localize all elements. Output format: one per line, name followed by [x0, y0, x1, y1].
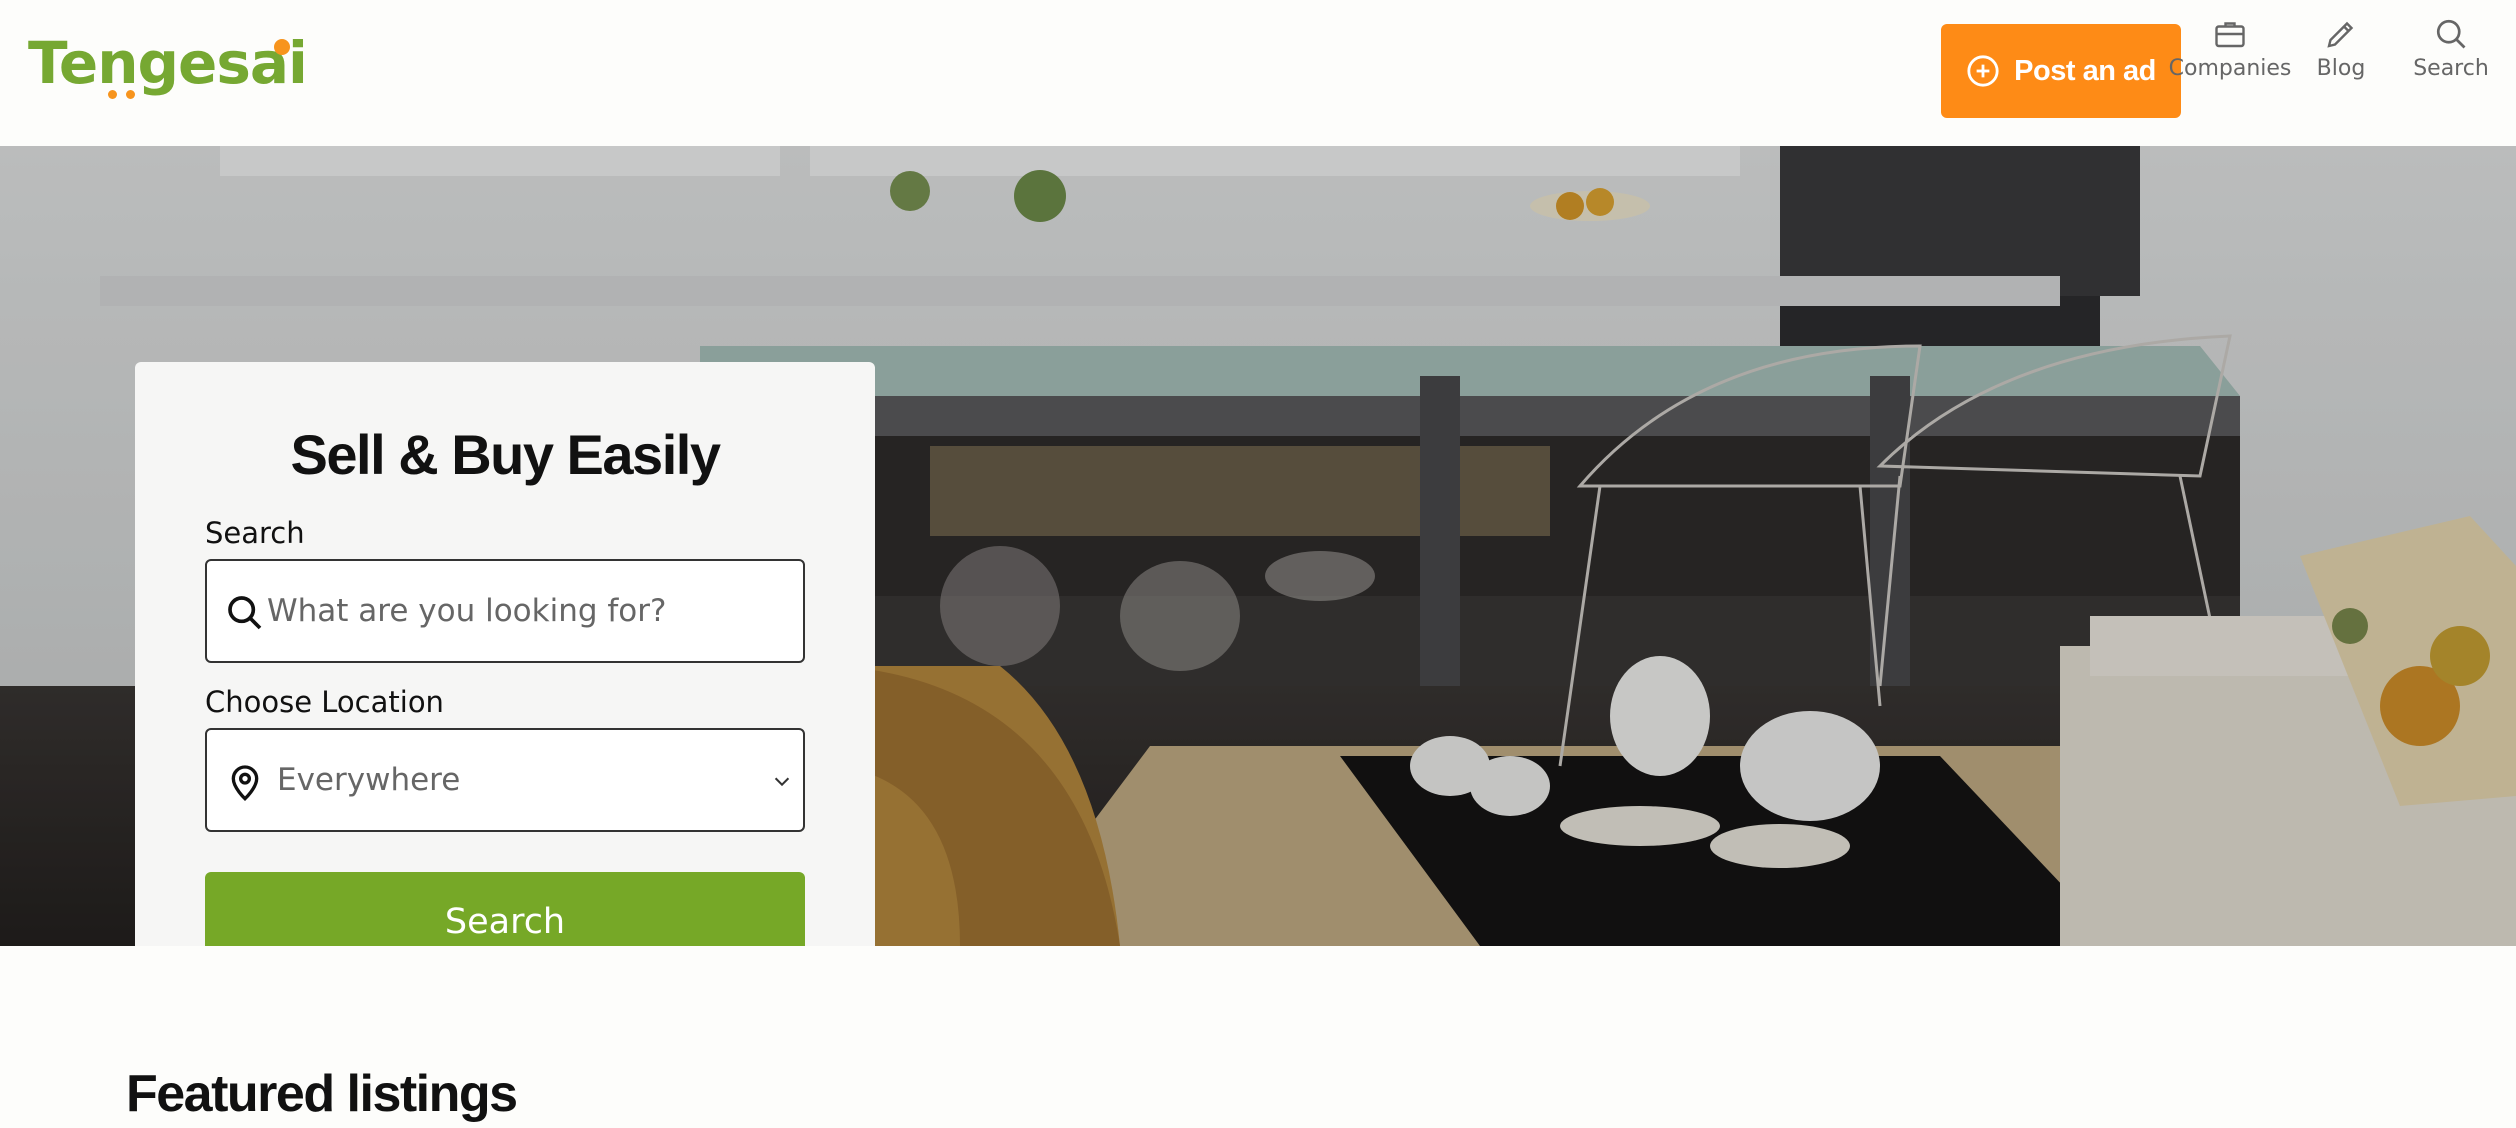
logo-dot-icon	[274, 39, 290, 55]
chevron-down-icon	[774, 777, 790, 787]
briefcase-icon	[2215, 22, 2245, 48]
search-icon	[2436, 19, 2466, 49]
site-header: Tengesai Post an ad Companies Blog Searc…	[0, 0, 2516, 146]
search-submit-button[interactable]: Search	[205, 872, 805, 946]
location-value: Everywhere	[277, 762, 461, 798]
nav-companies-label: Companies	[2168, 56, 2292, 81]
featured-listings-title: Featured listings	[126, 1065, 518, 1123]
search-label: Search	[205, 516, 305, 550]
search-card: Sell & Buy Easily Search Choose Location…	[135, 362, 875, 946]
post-ad-button[interactable]: Post an ad	[1941, 24, 2181, 118]
plus-circle-icon	[1967, 55, 1999, 87]
nav-search-label: Search	[2413, 56, 2489, 81]
nav-search[interactable]: Search	[2413, 16, 2489, 86]
pencil-icon	[2327, 21, 2354, 48]
nav-companies[interactable]: Companies	[2169, 16, 2291, 86]
site-logo[interactable]: Tengesai	[28, 28, 308, 108]
hero-banner: Sell & Buy Easily Search Choose Location…	[0, 146, 2516, 946]
nav-blog[interactable]: Blog	[2310, 16, 2372, 86]
logo-dot-icon	[108, 90, 117, 99]
search-field	[205, 559, 805, 663]
location-select[interactable]: Everywhere	[205, 728, 805, 832]
search-icon	[228, 596, 262, 630]
logo-wordmark: Tengesai	[28, 29, 308, 97]
search-input[interactable]	[267, 561, 787, 661]
logo-dot-icon	[126, 90, 135, 99]
nav-blog-label: Blog	[2316, 56, 2366, 81]
post-ad-label: Post an ad	[2014, 54, 2156, 87]
map-pin-icon	[231, 765, 259, 801]
location-label: Choose Location	[205, 685, 444, 719]
hero-title: Sell & Buy Easily	[290, 423, 721, 486]
